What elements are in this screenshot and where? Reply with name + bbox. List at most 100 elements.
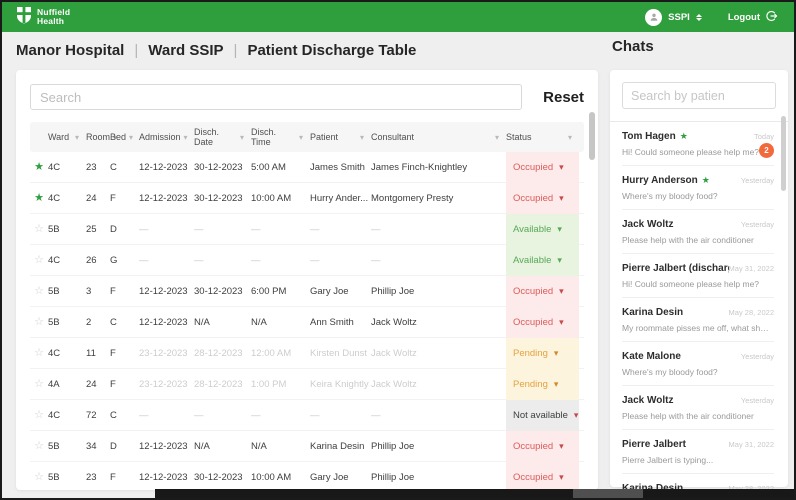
- chat-message-preview: Please help with the air conditioner: [622, 235, 754, 245]
- column-header-label: Disch. Time: [251, 127, 277, 147]
- chat-patient-name: Kate Malone: [622, 351, 681, 362]
- sort-arrow-icon[interactable]: ▾: [75, 133, 79, 142]
- chat-patient-name: Hurry Anderson: [622, 175, 698, 186]
- status-dropdown[interactable]: Occupied ▾: [506, 152, 579, 183]
- cell-patient: Karina Desin: [310, 441, 365, 452]
- chat-list-item[interactable]: Hurry Anderson ★ Yesterday Where's my blood…: [622, 166, 774, 210]
- star-filled-icon[interactable]: ★: [30, 162, 48, 173]
- sort-arrow-icon[interactable]: ▾: [568, 133, 572, 142]
- column-header-status[interactable]: Status ▾: [506, 132, 579, 142]
- cell-ward: 4A: [48, 379, 60, 390]
- cell-disch-date: 28-12-2023: [194, 379, 243, 390]
- star-outline-icon[interactable]: ☆: [30, 441, 48, 452]
- table-row[interactable]: ☆ 5B 2 C 12-12-2023 N/A N/A Ann Smith Jack Woltz…: [30, 307, 584, 338]
- table-row[interactable]: ☆ 4C 26 G — — — — — Available ▾: [30, 245, 584, 276]
- chat-patient-name: Pierre Jalbert: [622, 439, 686, 450]
- cell-consultant: Phillip Joe: [371, 472, 415, 483]
- chevron-down-icon: ▾: [559, 286, 564, 296]
- cell-ward: 4C: [48, 193, 61, 204]
- cell-disch-date: 30-12-2023: [194, 286, 243, 297]
- column-header-disch-date[interactable]: Disch. Date ▾: [194, 127, 251, 147]
- chat-search-input[interactable]: [622, 82, 776, 109]
- star-outline-icon[interactable]: ☆: [30, 317, 48, 328]
- cell-consultant: —: [371, 224, 381, 235]
- table-row[interactable]: ☆ 5B 25 D — — — — — Available ▾: [30, 214, 584, 245]
- table-vertical-scrollbar[interactable]: [589, 112, 595, 160]
- cell-room: 11: [86, 348, 96, 359]
- sort-arrow-icon[interactable]: ▾: [184, 133, 188, 142]
- status-dropdown[interactable]: Occupied ▾: [506, 431, 579, 462]
- status-dropdown[interactable]: Occupied ▾: [506, 307, 579, 338]
- column-header-admission[interactable]: Admission ▾: [139, 132, 194, 142]
- breadcrumb-ward[interactable]: Ward SSIP: [148, 42, 223, 59]
- column-header-label: Bed: [110, 132, 127, 142]
- star-outline-icon[interactable]: ☆: [30, 255, 48, 266]
- star-filled-icon[interactable]: ★: [30, 193, 48, 204]
- chat-list-item[interactable]: Jack Woltz Yesterday Please help with the …: [622, 386, 774, 430]
- horizontal-scrollbar[interactable]: [155, 489, 794, 498]
- table-row[interactable]: ★ 4C 24 F 12-12-2023 30-12-2023 10:00 AM Hurry …: [30, 183, 584, 214]
- cell-patient: —: [310, 255, 320, 266]
- breadcrumb-hospital[interactable]: Manor Hospital: [16, 42, 124, 59]
- user-menu[interactable]: SSPI: [645, 8, 702, 26]
- column-header-ward[interactable]: Ward ▾: [48, 132, 86, 142]
- star-outline-icon[interactable]: ☆: [30, 379, 48, 390]
- user-avatar-icon: [645, 8, 663, 26]
- sort-arrow-icon[interactable]: ▾: [129, 133, 133, 142]
- sort-arrow-icon[interactable]: ▾: [495, 133, 499, 142]
- horizontal-scrollbar-thumb[interactable]: [573, 489, 643, 498]
- column-header-bed[interactable]: Bed ▾: [110, 132, 139, 142]
- star-outline-icon[interactable]: ☆: [30, 286, 48, 297]
- chats-card: Tom Hagen★TodayHi! Could someone please …: [610, 70, 788, 494]
- chat-timestamp: Today: [753, 132, 774, 141]
- column-header-room[interactable]: Room ▾: [86, 132, 117, 142]
- status-dropdown[interactable]: Occupied ▾: [506, 183, 579, 214]
- table-row[interactable]: ☆ 5B 34 D 12-12-2023 N/A N/A Karina Desin Philli…: [30, 431, 584, 462]
- cell-admission: 23-12-2023: [139, 348, 188, 359]
- cell-patient: Gary Joe: [310, 472, 349, 483]
- chat-vertical-scrollbar[interactable]: [781, 116, 786, 191]
- table-row[interactable]: ☆ 5B 3 F 12-12-2023 30-12-2023 6:00 PM Gary Joe…: [30, 276, 584, 307]
- table-row[interactable]: ☆ 4C 11 F 23-12-2023 28-12-2023 12:00 AM Kirste…: [30, 338, 584, 369]
- star-outline-icon[interactable]: ☆: [30, 410, 48, 421]
- table-row[interactable]: ★ 4C 23 C 12-12-2023 30-12-2023 5:00 AM James S…: [30, 152, 584, 183]
- cell-admission: 23-12-2023: [139, 379, 188, 390]
- chat-list-item[interactable]: Karina Desin May 28, 2022 My roommate piss…: [622, 298, 774, 342]
- cell-consultant: James Finch-Knightley: [371, 162, 468, 173]
- cell-disch-date: 30-12-2023: [194, 162, 243, 173]
- star-outline-icon[interactable]: ☆: [30, 472, 48, 483]
- cell-bed: C: [110, 410, 117, 421]
- column-header-disch-time[interactable]: Disch. Time ▾: [251, 127, 310, 147]
- star-outline-icon[interactable]: ☆: [30, 348, 48, 359]
- chat-list-item[interactable]: Pierre Jalbert (discharged)May 31, 2022 H…: [622, 254, 774, 298]
- status-dropdown[interactable]: Pending ▾: [506, 369, 579, 400]
- table-search-input[interactable]: [30, 84, 522, 110]
- status-label: Not available: [513, 410, 568, 421]
- logout-button[interactable]: Logout: [728, 10, 778, 25]
- status-dropdown[interactable]: Pending ▾: [506, 338, 579, 369]
- chat-list-item[interactable]: Jack Woltz Yesterday Please help with the …: [622, 210, 774, 254]
- chat-list-item[interactable]: Tom Hagen ★ Today Hi! Could someone please …: [622, 122, 774, 166]
- breadcrumb-page: Patient Discharge Table: [247, 41, 417, 59]
- sort-arrow-icon[interactable]: ▾: [360, 133, 364, 142]
- column-header-patient[interactable]: Patient ▾: [310, 132, 371, 142]
- status-dropdown[interactable]: Not available ▾: [506, 400, 579, 431]
- shield-icon: [16, 6, 32, 29]
- star-outline-icon[interactable]: ☆: [30, 224, 48, 235]
- status-dropdown[interactable]: Occupied ▾: [506, 276, 579, 307]
- table-row[interactable]: ☆ 4C 72 C — — — — — Not available ▾: [30, 400, 584, 431]
- reset-button[interactable]: Reset: [543, 89, 584, 106]
- cell-admission: 12-12-2023: [139, 472, 188, 483]
- table-row[interactable]: ☆ 4A 24 F 23-12-2023 28-12-2023 1:00 PM Keira K…: [30, 369, 584, 400]
- column-header-consultant[interactable]: Consultant ▾: [371, 132, 506, 142]
- breadcrumb-separator: |: [134, 41, 139, 59]
- sort-arrow-icon[interactable]: ▾: [240, 133, 244, 142]
- cell-room: 25: [86, 224, 97, 235]
- status-label: Occupied: [513, 317, 554, 328]
- status-dropdown[interactable]: Available ▾: [506, 214, 579, 245]
- chat-list-item[interactable]: Kate Malone Yesterday Where's my bloody fo…: [622, 342, 774, 386]
- chat-list-item[interactable]: Pierre Jalbert May 31, 2022 Pierre Jalbert…: [622, 430, 774, 474]
- sort-arrow-icon[interactable]: ▾: [299, 133, 303, 142]
- status-dropdown[interactable]: Available ▾: [506, 245, 579, 276]
- chat-message-preview: Where's my bloody food?: [622, 191, 718, 201]
